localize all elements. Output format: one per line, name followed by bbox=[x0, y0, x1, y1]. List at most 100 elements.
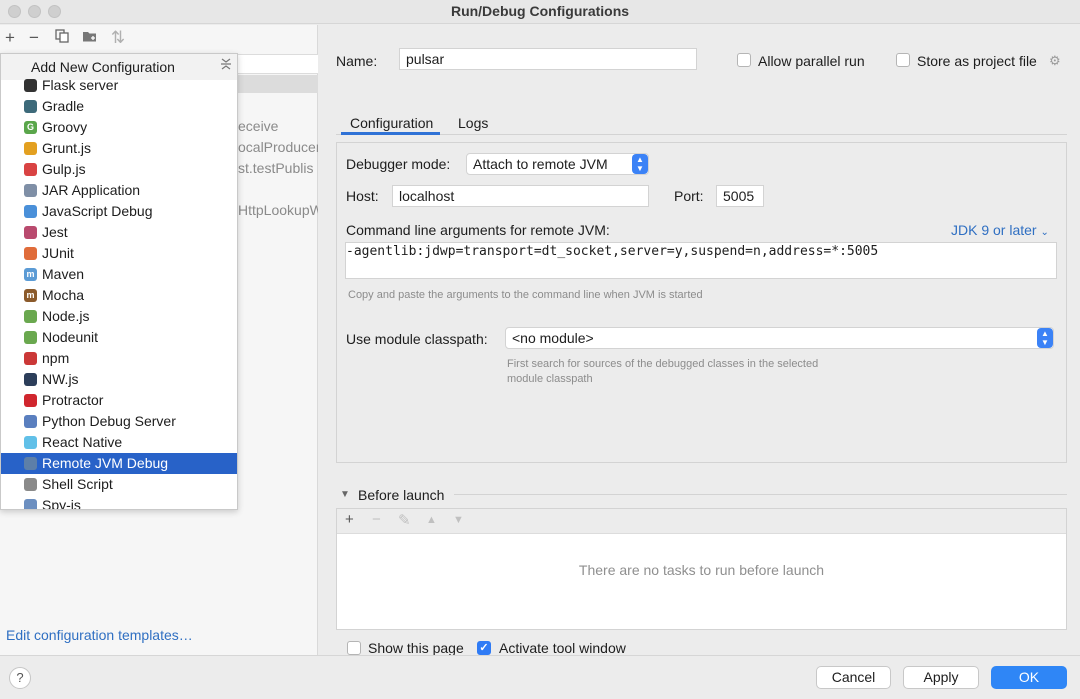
chevron-down-icon: ⌄ bbox=[1040, 227, 1049, 238]
configuration-type-label: React Native bbox=[42, 434, 123, 450]
maven-icon: m bbox=[24, 268, 37, 281]
configuration-type-label: Remote JVM Debug bbox=[42, 455, 169, 471]
jdk-version-label: JDK 9 or later bbox=[951, 222, 1037, 238]
window-title: Run/Debug Configurations bbox=[450, 3, 630, 19]
configuration-type-item[interactable]: JUnit bbox=[1, 243, 237, 264]
configuration-type-item[interactable]: npm bbox=[1, 348, 237, 369]
name-input[interactable]: pulsar bbox=[399, 48, 697, 70]
allow-parallel-run-checkbox[interactable] bbox=[737, 53, 751, 67]
mocha-icon: m bbox=[24, 289, 37, 302]
configuration-type-item[interactable]: m Maven bbox=[1, 264, 237, 285]
remove-configuration-button[interactable]: − bbox=[24, 27, 44, 49]
edit-task-icon[interactable]: ✎ bbox=[398, 511, 411, 529]
move-down-icon[interactable]: ▼ bbox=[453, 514, 464, 526]
help-button[interactable]: ? bbox=[9, 667, 31, 689]
configuration-type-label: JAR Application bbox=[42, 182, 141, 198]
configuration-type-item[interactable]: JavaScript Debug bbox=[1, 201, 237, 222]
gear-icon[interactable]: ⚙ bbox=[1049, 53, 1061, 69]
configuration-type-item[interactable]: Flask server bbox=[1, 75, 237, 96]
tree-item[interactable]: HttpLookupW bbox=[238, 202, 318, 218]
tab-configuration[interactable]: Configuration bbox=[350, 115, 433, 131]
remove-task-button[interactable]: − bbox=[372, 511, 381, 528]
gradle-icon bbox=[24, 100, 37, 113]
module-classpath-select[interactable]: <no module> bbox=[505, 327, 1054, 349]
npm-icon bbox=[24, 352, 37, 365]
nodejs-icon bbox=[24, 310, 37, 323]
apply-button[interactable]: Apply bbox=[903, 666, 979, 689]
module-hint-line-2: module classpath bbox=[507, 373, 593, 385]
configuration-type-item[interactable]: JAR Application bbox=[1, 180, 237, 201]
tab-logs[interactable]: Logs bbox=[458, 115, 488, 131]
allow-parallel-run-label: Allow parallel run bbox=[758, 53, 865, 69]
configuration-type-item[interactable]: Spy-js bbox=[1, 495, 237, 509]
show-this-page-checkbox[interactable] bbox=[347, 641, 361, 655]
configuration-type-item[interactable]: Jest bbox=[1, 222, 237, 243]
configuration-type-label: Python Debug Server bbox=[42, 413, 176, 429]
configuration-type-item[interactable]: NW.js bbox=[1, 369, 237, 390]
collapse-icon[interactable] bbox=[219, 57, 233, 74]
jest-icon bbox=[24, 226, 37, 239]
activate-tool-window-checkbox[interactable]: ✓ bbox=[477, 641, 491, 655]
configuration-type-item[interactable]: Grunt.js bbox=[1, 138, 237, 159]
add-configuration-button[interactable]: + bbox=[0, 27, 20, 49]
sort-icon[interactable]: ⇅ bbox=[108, 27, 128, 49]
configuration-type-label: JavaScript Debug bbox=[42, 203, 153, 219]
configuration-type-label: Protractor bbox=[42, 392, 104, 408]
collapse-triangle-icon[interactable]: ▼ bbox=[340, 489, 350, 500]
configuration-type-label: Gradle bbox=[42, 98, 85, 114]
configuration-type-item[interactable]: Nodeunit bbox=[1, 327, 237, 348]
active-tab-indicator bbox=[341, 132, 440, 135]
name-label: Name: bbox=[336, 53, 378, 69]
cancel-button[interactable]: Cancel bbox=[816, 666, 891, 689]
tree-selected-row[interactable] bbox=[236, 75, 318, 93]
chevron-updown-icon[interactable]: ▲ ▼ bbox=[632, 154, 648, 174]
port-input[interactable]: 5005 bbox=[716, 185, 764, 207]
tree-search-field[interactable] bbox=[236, 54, 318, 74]
before-launch-toolbar bbox=[337, 509, 1066, 534]
copy-configuration-icon[interactable] bbox=[52, 27, 72, 49]
add-task-button[interactable]: + bbox=[345, 511, 354, 528]
configuration-type-label: Mocha bbox=[42, 287, 85, 303]
configuration-type-item[interactable]: Python Debug Server bbox=[1, 411, 237, 432]
configuration-type-item[interactable]: Remote JVM Debug bbox=[1, 453, 237, 474]
configuration-type-item[interactable]: G Groovy bbox=[1, 117, 237, 138]
configuration-type-item[interactable]: Shell Script bbox=[1, 474, 237, 495]
protractor-icon bbox=[24, 394, 37, 407]
configuration-type-label: npm bbox=[42, 350, 70, 366]
debugger-mode-select[interactable]: Attach to remote JVM bbox=[466, 153, 649, 175]
move-up-icon[interactable]: ▲ bbox=[426, 514, 437, 526]
store-as-project-file-checkbox[interactable] bbox=[896, 53, 910, 67]
configuration-type-label: Flask server bbox=[42, 77, 119, 93]
configuration-type-item[interactable]: Gulp.js bbox=[1, 159, 237, 180]
tree-item[interactable]: st.testPublis bbox=[238, 160, 318, 176]
configuration-type-item[interactable]: Gradle bbox=[1, 96, 237, 117]
module-hint-line-1: First search for sources of the debugged… bbox=[507, 358, 819, 370]
flask-icon bbox=[24, 79, 37, 92]
chevron-updown-icon[interactable]: ▲ ▼ bbox=[1037, 328, 1053, 348]
activate-tool-window-label: Activate tool window bbox=[499, 640, 626, 656]
jdk-version-link[interactable]: JDK 9 or later ⌄ bbox=[951, 222, 1049, 238]
tree-item[interactable]: ocalProducer bbox=[238, 139, 318, 155]
jar-icon bbox=[24, 184, 37, 197]
spyjs-icon bbox=[24, 499, 37, 509]
configuration-type-item[interactable]: m Mocha bbox=[1, 285, 237, 306]
react-icon bbox=[24, 436, 37, 449]
configuration-type-item[interactable]: Node.js bbox=[1, 306, 237, 327]
configuration-type-item[interactable]: Protractor bbox=[1, 390, 237, 411]
host-input[interactable]: localhost bbox=[392, 185, 649, 207]
configuration-type-label: Node.js bbox=[42, 308, 90, 324]
configuration-type-label: NW.js bbox=[42, 371, 79, 387]
nodeunit-icon bbox=[24, 331, 37, 344]
edit-configuration-templates-link[interactable]: Edit configuration templates… bbox=[6, 627, 193, 643]
command-line-args-label: Command line arguments for remote JVM: bbox=[346, 222, 610, 238]
gulp-icon bbox=[24, 163, 37, 176]
new-folder-icon[interactable] bbox=[80, 27, 100, 49]
configuration-type-label: Nodeunit bbox=[42, 329, 99, 345]
configuration-type-item[interactable]: React Native bbox=[1, 432, 237, 453]
configuration-type-label: Shell Script bbox=[42, 476, 113, 492]
grunt-icon bbox=[24, 142, 37, 155]
configuration-type-label: JUnit bbox=[42, 245, 74, 261]
store-as-project-file-label: Store as project file bbox=[917, 53, 1037, 69]
tree-item[interactable]: eceive bbox=[238, 118, 318, 134]
ok-button[interactable]: OK bbox=[991, 666, 1067, 689]
